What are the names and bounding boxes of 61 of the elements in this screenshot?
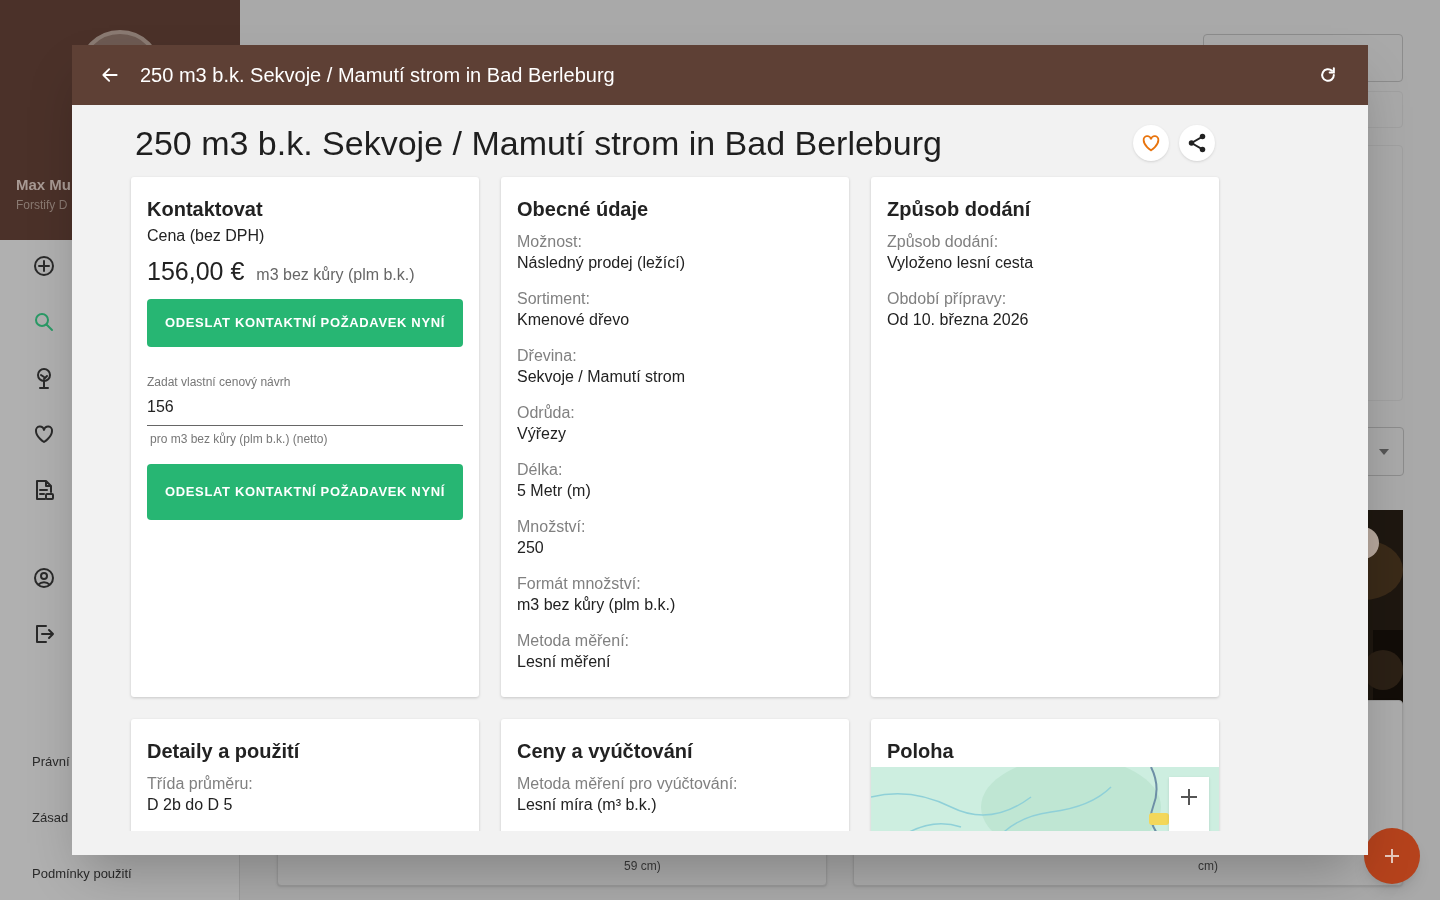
field-value: Sekvoje / Mamutí strom bbox=[517, 367, 687, 387]
card-heading: Poloha bbox=[887, 739, 955, 763]
footer-link[interactable]: Zásad bbox=[32, 808, 69, 828]
field-value: 250 bbox=[517, 538, 545, 558]
account-icon bbox=[32, 566, 56, 590]
offer-input-field[interactable]: 156 bbox=[147, 394, 463, 426]
footer-link[interactable]: Podmínky použití bbox=[32, 864, 132, 884]
refresh-icon bbox=[1318, 65, 1338, 85]
field-label: Množství: bbox=[517, 517, 587, 537]
field-label: Metoda měření pro vyúčtování: bbox=[517, 774, 739, 794]
field-label: Způsob dodání: bbox=[887, 232, 1000, 252]
field-label: Zadat vlastní cenový návrh bbox=[147, 373, 292, 391]
card-heading: Kontaktovat bbox=[147, 197, 264, 221]
dialog-title: 250 m3 b.k. Sekvoje / Mamutí strom in Bad Berleburg bbox=[135, 123, 942, 164]
field-label: Možnost: bbox=[517, 232, 583, 252]
add-icon bbox=[1383, 847, 1401, 865]
field-value: Lesní míra (m³ b.k.) bbox=[517, 795, 658, 815]
field-label: Dřevina: bbox=[517, 346, 578, 366]
field-value: Od 10. března 2026 bbox=[887, 310, 1030, 330]
footer-link[interactable]: Právní bbox=[32, 752, 70, 772]
field-label: Třída průměru: bbox=[147, 774, 254, 794]
field-label: Metoda měření: bbox=[517, 631, 631, 651]
favorite-button[interactable] bbox=[1133, 125, 1169, 161]
card-heading: Detaily a použití bbox=[147, 739, 301, 763]
user-name: Max Mu bbox=[16, 175, 71, 195]
field-value: 5 Metr (m) bbox=[517, 481, 592, 501]
price-label: Cena (bez DPH) bbox=[147, 226, 266, 246]
add-icon bbox=[32, 254, 56, 278]
field-value: m3 bez kůry (plm b.k.) bbox=[517, 595, 677, 615]
price: 156,00 € bbox=[147, 256, 245, 287]
card-heading: Způsob dodání bbox=[887, 197, 1032, 221]
nav-item[interactable] bbox=[32, 254, 56, 278]
nav-item[interactable] bbox=[32, 566, 56, 590]
plus-icon bbox=[1180, 788, 1198, 806]
card-heading: Ceny a vyúčtování bbox=[517, 739, 694, 763]
share-button[interactable] bbox=[1179, 125, 1215, 161]
heart-icon bbox=[1140, 132, 1162, 154]
field-hint: pro m3 bez kůry (plm b.k.) (netto) bbox=[149, 430, 329, 448]
price-unit: m3 bez kůry (plm b.k.) bbox=[256, 265, 415, 285]
share-icon bbox=[1186, 132, 1208, 154]
heart-icon bbox=[32, 422, 56, 446]
field-value: Kmenové dřevo bbox=[517, 310, 631, 330]
field-label: Sortiment: bbox=[517, 289, 591, 309]
field-value: Vyloženo lesní cesta bbox=[887, 253, 1035, 273]
field-label: Délka: bbox=[517, 460, 564, 480]
search-icon bbox=[32, 310, 56, 334]
field-value: Následný prodej (ležící) bbox=[517, 253, 687, 273]
card-heading: Obecné údaje bbox=[517, 197, 650, 221]
back-arrow-icon bbox=[100, 65, 120, 85]
field-label: Formát množství: bbox=[517, 574, 642, 594]
card-text: cm) bbox=[1198, 858, 1218, 875]
dialog-header-title: 250 m3 b.k. Sekvoje / Mamutí strom in Bad Berleburg bbox=[140, 63, 616, 88]
user-subtitle: Forstify D bbox=[16, 197, 68, 214]
field-label: Odrůda: bbox=[517, 403, 576, 423]
field-value: Výřezy bbox=[517, 424, 567, 444]
field-label: Období přípravy: bbox=[887, 289, 1008, 309]
field-value: Lesní měření bbox=[517, 652, 612, 672]
card-text: 59 cm) bbox=[624, 858, 661, 875]
nav-item[interactable] bbox=[32, 422, 56, 446]
caret-icon bbox=[1379, 448, 1389, 455]
field-value: D 2b do D 5 bbox=[147, 795, 234, 815]
